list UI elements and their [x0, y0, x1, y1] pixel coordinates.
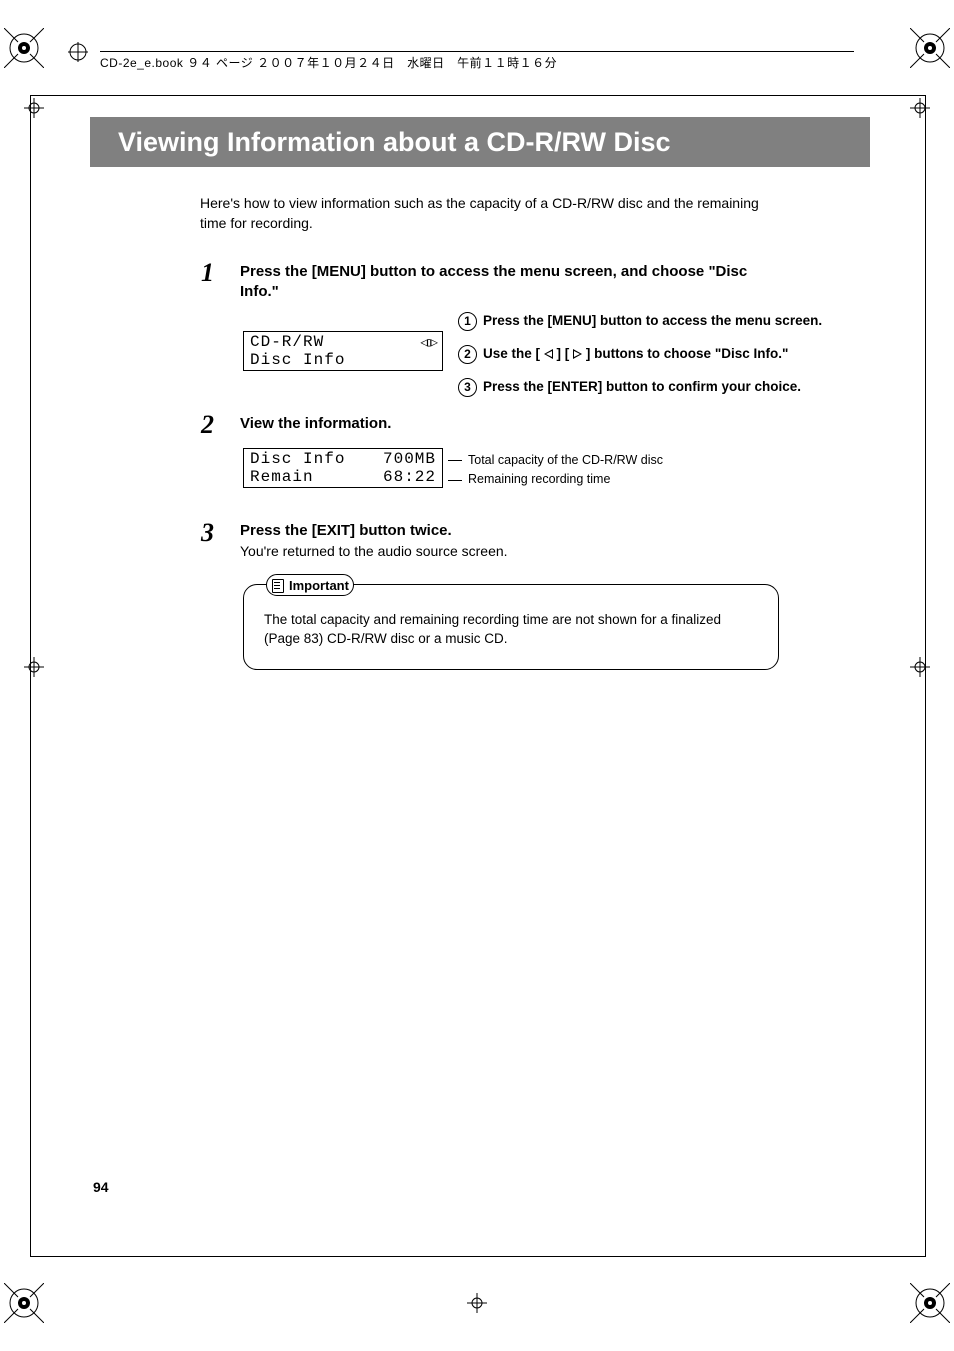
- step-3-number: 3: [201, 518, 214, 548]
- triangle-right-icon: [573, 349, 582, 359]
- lcd2-line1-label: Disc Info: [250, 450, 345, 468]
- substep-2-post: ] buttons to choose "Disc Info.": [586, 346, 789, 361]
- lcd1-line2: Disc Info: [250, 351, 436, 369]
- leader-line-icon: [448, 460, 462, 461]
- step-1-number: 1: [201, 258, 214, 288]
- registration-mark-icon: [910, 28, 950, 68]
- annot-remaining-time: Remaining recording time: [468, 470, 610, 489]
- substep-2-number-icon: 2: [458, 345, 477, 364]
- page-title-bar: Viewing Information about a CD-R/RW Disc: [90, 117, 870, 167]
- step-3-subtext: You're returned to the audio source scre…: [240, 543, 508, 559]
- lcd-screen-step2: Disc Info 700MB Remain 68:22: [243, 448, 443, 488]
- step-2-number: 2: [201, 410, 214, 440]
- important-label: Important: [266, 574, 354, 596]
- crop-mark-icon: [24, 657, 44, 677]
- note-icon: [271, 578, 285, 592]
- substep-2-text: Use the [ ] [ ] buttons to choose "Disc …: [483, 345, 788, 364]
- step-1-text: Press the [MENU] button to access the me…: [240, 262, 760, 303]
- crop-mark-icon: [68, 42, 88, 62]
- important-note-box: Important The total capacity and remaini…: [243, 584, 779, 670]
- substep-3-number-icon: 3: [458, 378, 477, 397]
- lcd1-line1: CD-R/RW: [250, 333, 324, 351]
- lcd2-line1-value: 700MB: [383, 450, 436, 468]
- annot-total-capacity: Total capacity of the CD-R/RW disc: [468, 451, 663, 470]
- registration-mark-icon: [4, 28, 44, 68]
- important-body: The total capacity and remaining recordi…: [264, 611, 758, 649]
- lcd-screen-step1: CD-R/RW ◁▯▷ Disc Info: [243, 331, 443, 371]
- substep-2-pre: Use the [: [483, 346, 540, 361]
- important-label-text: Important: [289, 578, 349, 593]
- page-number: 94: [93, 1179, 109, 1195]
- triangle-left-icon: [544, 349, 553, 359]
- crop-mark-icon: [910, 98, 930, 118]
- crop-mark-icon: [910, 657, 930, 677]
- lcd2-annotations: Total capacity of the CD-R/RW disc Remai…: [448, 451, 663, 490]
- step-2-text: View the information.: [240, 415, 391, 432]
- registration-mark-icon: [910, 1283, 950, 1323]
- step-3-text: Press the [EXIT] button twice.: [240, 522, 452, 539]
- substep-1-text: Press the [MENU] button to access the me…: [483, 312, 822, 331]
- running-header: CD-2e_e.book ９４ ページ ２００７年１０月２４日 水曜日 午前１１…: [100, 54, 557, 71]
- header-rule: [100, 51, 854, 52]
- page-title: Viewing Information about a CD-R/RW Disc: [118, 127, 671, 158]
- registration-mark-icon: [4, 1283, 44, 1323]
- leader-line-icon: [448, 480, 462, 481]
- substep-1-number-icon: 1: [458, 312, 477, 331]
- substep-2-mid: ] [: [557, 346, 570, 361]
- step-1-substeps: 1 Press the [MENU] button to access the …: [458, 312, 822, 411]
- crop-mark-icon: [467, 1293, 487, 1313]
- crop-mark-icon: [24, 98, 44, 118]
- lcd-nav-arrows-icon: ◁▯▷: [420, 335, 436, 350]
- intro-paragraph: Here's how to view information such as t…: [200, 194, 780, 233]
- lcd2-line2-value: 68:22: [383, 468, 436, 486]
- substep-3-text: Press the [ENTER] button to confirm your…: [483, 378, 801, 397]
- lcd2-line2-label: Remain: [250, 468, 314, 486]
